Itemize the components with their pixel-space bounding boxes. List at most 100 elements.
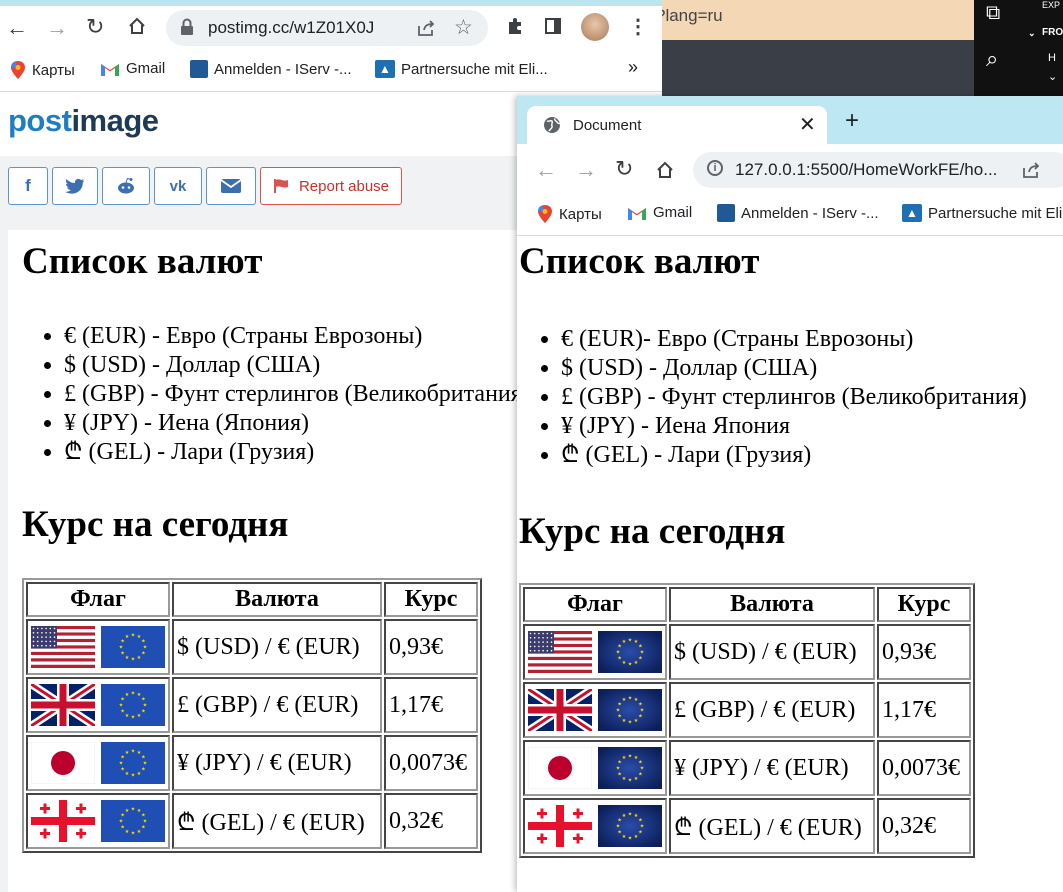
svg-text:★: ★ [640,824,645,830]
bookmark-label: Карты [32,61,75,79]
svg-text:★: ★ [119,645,124,651]
email-share-button[interactable] [206,167,256,205]
forward-arrow-icon[interactable]: → [575,159,597,181]
side-panel-icon[interactable] [545,18,561,34]
svg-text:★: ★ [634,834,639,840]
side-label-2: FRO [1042,27,1063,38]
svg-text:★: ★ [617,772,622,778]
bookmark-gmail[interactable]: Gmail [627,204,692,221]
chevron-down-icon[interactable]: ⌄ [1028,28,1036,39]
home-icon[interactable] [127,16,147,41]
svg-text:★: ★ [131,691,136,697]
georgia-flag-icon [31,800,95,842]
us-flag-icon [528,631,592,673]
svg-text:★: ★ [638,830,643,836]
vk-share-button[interactable]: vk [154,167,202,205]
reddit-share-button[interactable] [102,167,150,205]
reload-icon[interactable]: ↻ [615,158,633,180]
info-icon[interactable]: i [707,160,723,176]
close-tab-icon[interactable]: ✕ [799,112,816,137]
eu-flag-icon: ★ ★ ★ ★ ★ ★ ★ ★ ★ ★ ★ ★ [101,626,165,668]
eu-flag-icon: ★ ★ ★ ★ ★ ★ ★ ★ ★ ★ ★ ★ [598,689,662,731]
svg-text:★: ★ [622,813,627,819]
maps-pin-icon [11,61,25,79]
home-icon[interactable] [655,160,675,185]
back-address-bar[interactable]: postimg.cc/w1Z01X0J ☆ [166,10,488,46]
svg-text:★: ★ [628,812,633,818]
front-bookmarks-bar: Карты Gmail Anmelden - IServ -... ▲ Part… [517,198,1063,234]
svg-text:★: ★ [125,634,130,640]
bookmark-label: Карты [559,205,602,223]
front-browser-window: Document ✕ + ← → ↻ i 127.0.0.1:5500/Home… [517,96,1063,892]
rate-cell: 0,32€ [877,798,971,854]
svg-text:★: ★ [119,819,124,825]
svg-text:★: ★ [616,766,621,772]
rate-cell: 0,0073€ [877,740,971,796]
share-icon[interactable] [416,18,436,43]
report-abuse-button[interactable]: Report abuse [260,167,402,205]
bookmark-partnersuche[interactable]: ▲ Partnersuche mit Eli... [375,60,548,78]
iserv-icon [717,204,735,222]
svg-text:★: ★ [616,824,621,830]
svg-text:★: ★ [141,825,146,831]
postimage-logo[interactable]: postimage [8,103,159,139]
reload-icon[interactable]: ↻ [86,16,104,38]
svg-text:★: ★ [143,761,148,767]
bookmark-iserv[interactable]: Anmelden - IServ -... [190,60,352,78]
extensions-icon[interactable] [505,16,525,41]
report-abuse-label: Report abuse [298,177,390,195]
svg-text:★: ★ [125,713,130,719]
svg-text:★: ★ [137,771,142,777]
front-document: Список валют € (EUR)- Евро (Страны Евроз… [519,240,1063,858]
copy-icon[interactable]: ⧉ [986,2,1000,25]
svg-text:★: ★ [137,713,142,719]
table-header-row: Флаг Валюта Курс [523,587,971,622]
svg-text:★: ★ [137,829,142,835]
chevron-down-icon[interactable]: ⌄ [1048,70,1057,83]
svg-text:★: ★ [622,776,627,782]
new-tab-icon[interactable]: + [845,107,859,135]
svg-text:★: ★ [634,776,639,782]
svg-text:★: ★ [638,656,643,662]
bookmark-gmail[interactable]: Gmail [100,60,165,77]
bookmark-partnersuche[interactable]: ▲ Partnersuche mit Eli [902,204,1062,222]
menu-icon[interactable]: ⋮ [628,14,648,39]
star-icon[interactable]: ☆ [454,15,473,40]
svg-text:★: ★ [628,696,633,702]
facebook-share-button[interactable]: f [8,167,48,205]
bookmarks-overflow-icon[interactable]: » [628,57,638,78]
bookmark-iserv[interactable]: Anmelden - IServ -... [717,204,879,222]
svg-text:★: ★ [141,651,146,657]
rate-cell: 1,17€ [877,682,971,738]
back-arrow-icon[interactable]: ← [6,17,28,39]
column-header-flag: Флаг [26,582,170,617]
svg-text:★: ★ [143,819,148,825]
svg-text:★: ★ [120,825,125,831]
svg-text:★: ★ [628,836,633,842]
svg-text:★: ★ [617,656,622,662]
profile-avatar[interactable] [581,13,609,41]
bookmark-maps[interactable]: Карты [537,204,602,224]
table-row: ★ ★ ★ ★ ★ ★ ★ ★ ★ ★ ★ ★ $ (USD) / € (EUR) 0,93€ [26,619,478,675]
tab-document[interactable]: Document ✕ [527,106,827,144]
svg-text:★: ★ [141,697,146,703]
front-toolbar: ← → ↻ i 127.0.0.1:5500/HomeWorkFE/ho... [517,144,1063,198]
flag-cell: ★ ★ ★ ★ ★ ★ ★ ★ ★ ★ ★ ★ [26,793,170,849]
search-icon[interactable]: ⌕ [986,46,998,72]
back-arrow-icon[interactable]: ← [535,159,557,181]
japan-flag-icon [31,742,95,784]
share-icon[interactable] [1021,160,1041,185]
forward-arrow-icon[interactable]: → [46,17,68,39]
bookmark-maps[interactable]: Карты [10,60,75,80]
list-item: € (EUR)- Евро (Страны Еврозоны) [561,325,1063,354]
column-header-currency: Валюта [669,587,875,622]
svg-text:★: ★ [125,692,130,698]
list-item: £ (GBP) - Фунт стерлингов (Великобритани… [561,383,1063,412]
svg-text:★: ★ [137,655,142,661]
graduation-cap-icon: ▲ [375,60,395,78]
background-window-bar [662,40,974,96]
svg-text:★: ★ [617,714,622,720]
svg-text:★: ★ [141,639,146,645]
twitter-share-button[interactable] [52,167,98,205]
front-address-bar[interactable]: i 127.0.0.1:5500/HomeWorkFE/ho... [693,152,1063,188]
